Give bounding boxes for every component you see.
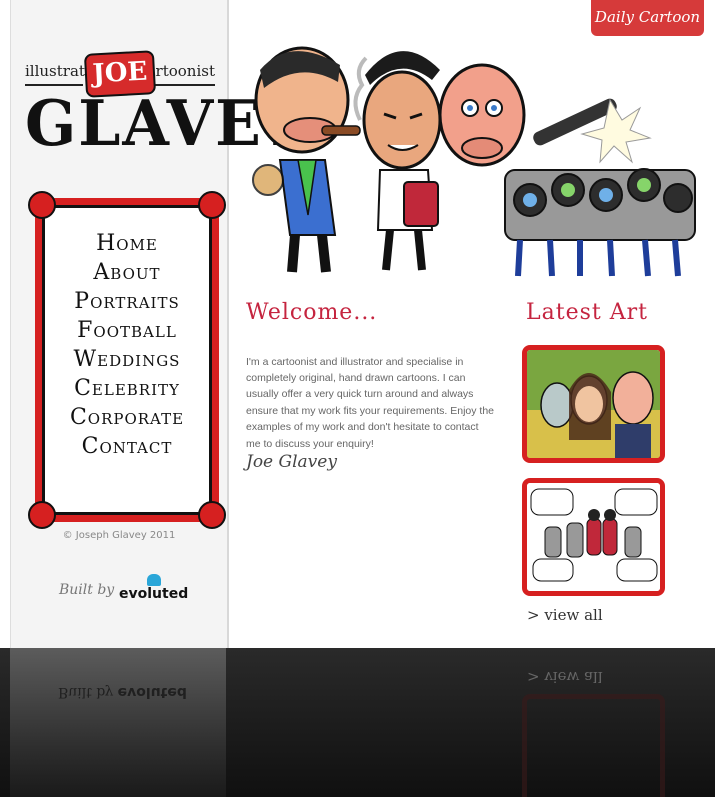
- caricature-cigar-man: [252, 46, 368, 273]
- sidebar-reflection: [10, 648, 226, 797]
- latest-art-heading: Latest Art: [526, 300, 648, 325]
- built-by-reflection-label: Built by: [58, 684, 114, 700]
- caricature-bald-man: [438, 63, 526, 167]
- copyright: © Joseph Glavey 2011: [62, 530, 176, 541]
- built-by-label: Built by: [59, 582, 115, 598]
- frame-ornament: [198, 501, 226, 529]
- built-by-reflection: Built by evoluted: [58, 684, 187, 700]
- nav-contact[interactable]: Contact: [46, 432, 208, 461]
- built-by-link[interactable]: evoluted: [119, 586, 188, 602]
- thumb-reflection: [522, 694, 665, 797]
- signature: Joe Glavey: [246, 452, 337, 472]
- main-nav: Home About Portraits Football Weddings C…: [46, 229, 208, 461]
- site-logo[interactable]: illustrator cartoonist JOE GLAVEY: [23, 48, 308, 178]
- latest-art-thumb[interactable]: [522, 478, 665, 596]
- nav-football[interactable]: Football: [46, 316, 208, 345]
- latest-art-image: [527, 483, 660, 591]
- view-all-reflection: > view all: [527, 668, 603, 686]
- page-reflection: Built by evoluted > view all: [0, 648, 715, 797]
- nav-celebrity[interactable]: Celebrity: [46, 374, 208, 403]
- logo-last-name: GLAVEY: [25, 87, 308, 161]
- nav-weddings[interactable]: Weddings: [46, 345, 208, 374]
- latest-art-image: [527, 350, 660, 458]
- nav-corporate[interactable]: Corporate: [46, 403, 208, 432]
- intro-text: I'm a cartoonist and illustrator and spe…: [246, 355, 495, 450]
- page: illustrator cartoonist JOE GLAVEY Home A…: [0, 0, 715, 648]
- nav-home[interactable]: Home: [46, 229, 208, 258]
- caricature-photographers: [504, 98, 696, 277]
- sidebar: illustrator cartoonist JOE GLAVEY Home A…: [10, 0, 308, 648]
- evoluted-logo-icon: [147, 574, 161, 586]
- evoluted-reflection: evoluted: [117, 684, 187, 700]
- nav-frame: Home About Portraits Football Weddings C…: [28, 191, 226, 529]
- hero-caricatures-image: [252, 46, 696, 277]
- frame-ornament: [28, 501, 56, 529]
- frame-ornament: [28, 191, 56, 219]
- latest-art-thumb[interactable]: [522, 345, 665, 463]
- frame-ornament: [198, 191, 226, 219]
- nav-portraits[interactable]: Portraits: [46, 287, 208, 316]
- caricature-footballer: [362, 51, 442, 271]
- view-all-link[interactable]: > view all: [527, 606, 603, 624]
- nav-about[interactable]: About: [46, 258, 208, 287]
- welcome-heading: Welcome...: [246, 300, 378, 325]
